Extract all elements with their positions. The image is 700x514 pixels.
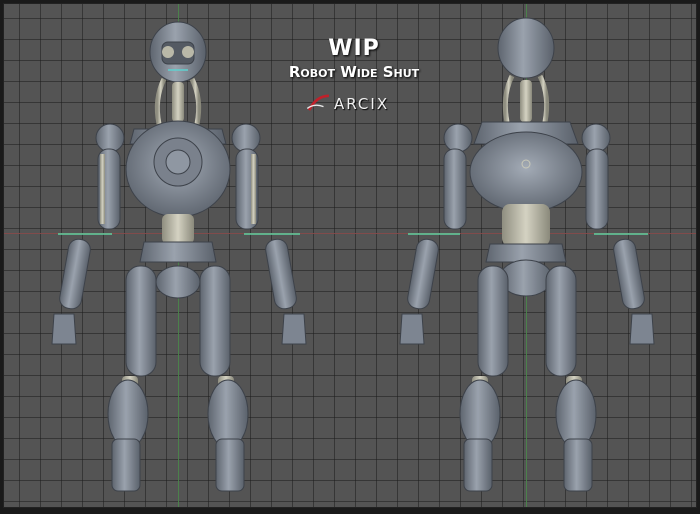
page-subtitle: Robot Wide Shut — [288, 63, 420, 81]
sarcix-logo-icon — [306, 94, 329, 111]
title-block: WIP Robot Wide Shut — [254, 36, 454, 81]
page-title: WIP — [328, 36, 380, 61]
logo-text: ARCIX — [334, 95, 390, 113]
3d-viewport[interactable]: WIP Robot Wide Shut ARCIX — [3, 3, 697, 508]
